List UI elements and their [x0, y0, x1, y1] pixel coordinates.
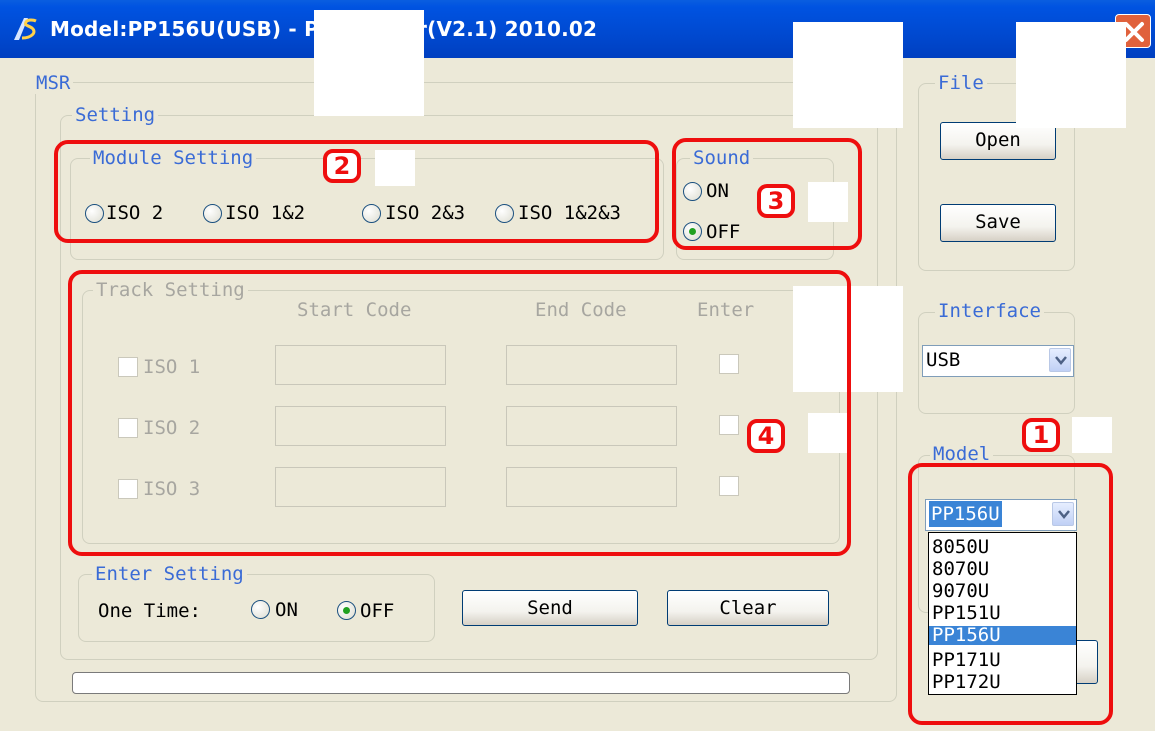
enter-off-label[interactable]: OFF — [360, 599, 394, 623]
annotation-box-track-setting — [68, 270, 851, 556]
annotation-box-model — [908, 463, 1113, 725]
annotation-badge-1: 1 — [1022, 418, 1060, 452]
redaction-patch — [1016, 22, 1126, 128]
clear-button[interactable]: Clear — [667, 590, 829, 626]
annotation-badge-3: 3 — [757, 184, 795, 218]
save-button[interactable]: Save — [940, 204, 1056, 242]
file-label: File — [935, 72, 987, 94]
interface-select-value: USB — [926, 349, 961, 371]
enter-off-radio[interactable] — [337, 601, 356, 620]
annotation-badge-2: 2 — [323, 149, 361, 183]
msr-label: MSR — [33, 72, 74, 94]
chevron-down-icon — [1055, 356, 1067, 365]
interface-label: Interface — [935, 300, 1044, 322]
enter-on-radio[interactable] — [251, 600, 270, 619]
redaction-patch — [793, 22, 903, 128]
enter-setting-label: Enter Setting — [92, 563, 247, 585]
enter-on-label[interactable]: ON — [275, 598, 298, 622]
app-logo-icon — [14, 18, 37, 40]
send-button[interactable]: Send — [462, 590, 638, 626]
app-window: Model:PP156U(USB) - POS setter(V2.1) 201… — [0, 0, 1155, 731]
setting-label: Setting — [72, 104, 159, 126]
redaction-patch — [1072, 417, 1112, 453]
progress-bar — [72, 672, 850, 694]
title-bar[interactable]: Model:PP156U(USB) - POS setter(V2.1) 201… — [0, 0, 1155, 58]
one-time-label: One Time: — [98, 600, 201, 622]
annotation-badge-4: 4 — [747, 419, 785, 453]
interface-dropdown-button[interactable] — [1049, 348, 1071, 372]
interface-select[interactable]: USB — [922, 345, 1074, 377]
model-label: Model — [930, 443, 994, 465]
redaction-patch — [314, 10, 424, 116]
